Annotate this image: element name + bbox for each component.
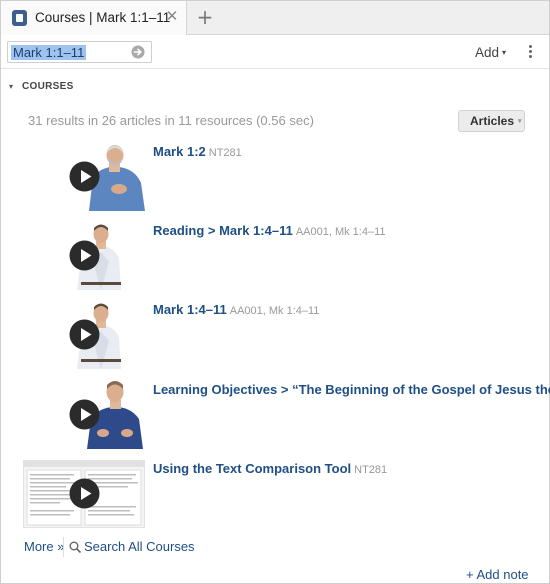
close-icon[interactable]: ✕ (164, 9, 180, 25)
toolbar: Mark 1:1–11 Add ▾ (1, 35, 549, 69)
video-thumbnail[interactable] (23, 460, 145, 528)
result-item[interactable]: Using the Text Comparison Tool NT281 (23, 460, 533, 530)
result-link[interactable]: Reading > Mark 1:4–11 AA001, Mk 1:4–11 (153, 223, 386, 238)
result-link[interactable]: Using the Text Comparison Tool NT281 (153, 461, 387, 476)
result-link[interactable]: Mark 1:2 NT281 (153, 144, 242, 159)
result-title: Mark 1:4–11 (153, 302, 227, 317)
filter-label: Articles (470, 114, 515, 128)
footer-divider (63, 537, 64, 557)
resource-panel: Courses | Mark 1:1–11 ✕ + Mark 1:1–11 Ad… (0, 0, 550, 584)
video-thumbnail[interactable] (23, 301, 145, 369)
add-note-link[interactable]: + Add note (466, 567, 529, 582)
results-summary: 31 results in 26 articles in 11 resource… (28, 113, 314, 128)
result-link[interactable]: Learning Objectives > “The Beginning of … (153, 382, 550, 397)
play-icon[interactable] (69, 478, 100, 509)
result-item[interactable]: Mark 1:2 NT281 (23, 143, 533, 213)
result-reference: AA001, Mk 1:4–11 (295, 226, 386, 238)
add-button[interactable]: Add ▾ (475, 45, 506, 60)
section-title[interactable]: COURSES (22, 81, 74, 92)
tab-bar: Courses | Mark 1:1–11 ✕ + (1, 1, 549, 35)
video-thumbnail[interactable] (23, 143, 145, 211)
go-arrow-icon[interactable] (131, 45, 145, 59)
logos-book-icon (11, 9, 28, 27)
play-icon[interactable] (69, 161, 100, 192)
result-item[interactable]: Reading > Mark 1:4–11 AA001, Mk 1:4–11 (23, 222, 533, 292)
search-all-label: Search All Courses (84, 539, 195, 554)
add-label: Add (475, 45, 500, 60)
tab-courses[interactable]: Courses | Mark 1:1–11 ✕ (1, 1, 187, 35)
collapse-toggle-icon[interactable]: ▾ (9, 82, 13, 91)
search-icon (69, 541, 81, 553)
result-reference: AA001, Mk 1:4–11 (229, 305, 320, 317)
result-title: Reading > Mark 1:4–11 (153, 223, 293, 238)
result-title: Using the Text Comparison Tool (153, 461, 352, 476)
result-link[interactable]: Mark 1:4–11 AA001, Mk 1:4–11 (153, 302, 319, 317)
video-thumbnail[interactable] (23, 222, 145, 290)
play-icon[interactable] (69, 240, 100, 271)
result-title: Learning Objectives > “The Beginning of … (153, 382, 550, 397)
result-title: Mark 1:2 (153, 144, 206, 159)
video-thumbnail[interactable] (23, 381, 145, 449)
play-icon[interactable] (69, 399, 100, 430)
chevron-down-icon: ▾ (518, 118, 522, 125)
kebab-menu-icon[interactable] (525, 43, 535, 61)
new-tab-icon[interactable]: + (195, 6, 215, 28)
articles-filter-button[interactable]: Articles ▾ (458, 110, 525, 132)
result-reference: NT281 (208, 147, 242, 159)
tab-title: Courses | Mark 1:1–11 (35, 10, 171, 25)
search-all-courses-link[interactable]: Search All Courses (69, 539, 195, 554)
play-icon[interactable] (69, 319, 100, 350)
chevron-down-icon: ▾ (502, 48, 507, 57)
result-item[interactable]: Mark 1:4–11 AA001, Mk 1:4–11 (23, 301, 533, 371)
reference-input[interactable]: Mark 1:1–11 (7, 41, 152, 63)
more-link[interactable]: More » (24, 539, 64, 554)
result-reference: NT281 (354, 464, 388, 476)
reference-value[interactable]: Mark 1:1–11 (11, 45, 87, 60)
result-item[interactable]: Learning Objectives > “The Beginning of … (23, 381, 550, 451)
